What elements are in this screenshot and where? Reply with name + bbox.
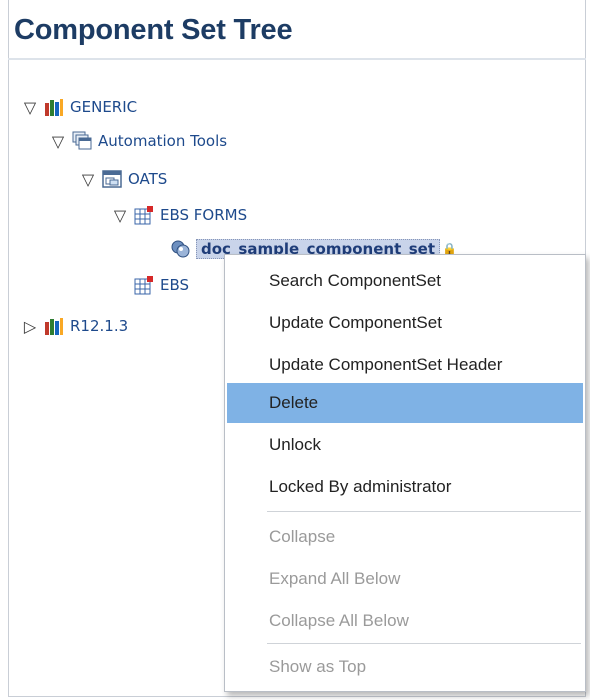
tree-node-generic[interactable]: ▽ GENERIC (20, 94, 137, 120)
tree-node-r12[interactable]: ▷ R12.1.3 (20, 313, 128, 339)
books-icon (44, 316, 64, 336)
expanded-triangle-icon[interactable]: ▽ (20, 98, 40, 117)
title-divider (8, 58, 586, 60)
grid-form-icon (134, 205, 154, 225)
menu-item-collapse-all-below[interactable]: Collapse All Below (227, 601, 583, 641)
books-icon (44, 97, 64, 117)
menu-item-expand-all-below[interactable]: Expand All Below (227, 559, 583, 599)
menu-separator (267, 643, 581, 644)
menu-item-delete[interactable]: Delete (227, 383, 583, 423)
component-set-icon (170, 239, 190, 259)
menu-item-collapse[interactable]: Collapse (227, 517, 583, 557)
tree-label-oats[interactable]: OATS (128, 170, 167, 188)
expanded-triangle-icon[interactable]: ▽ (48, 132, 68, 151)
expanded-triangle-icon[interactable]: ▽ (78, 170, 98, 189)
tree-label-generic[interactable]: GENERIC (70, 98, 137, 116)
collapsed-triangle-icon[interactable]: ▷ (20, 317, 40, 336)
menu-item-update-componentset-header[interactable]: Update ComponentSet Header (227, 345, 583, 385)
tree-label-automation-tools[interactable]: Automation Tools (98, 132, 227, 150)
tree-node-oats[interactable]: ▽ OATS (78, 166, 167, 192)
context-menu: Search ComponentSet Update ComponentSet … (224, 254, 586, 692)
tree-node-ebs[interactable]: EBS (130, 272, 189, 298)
menu-item-locked-by[interactable]: Locked By administrator (227, 467, 583, 507)
page-title: Component Set Tree (14, 14, 293, 46)
menu-item-search-componentset[interactable]: Search ComponentSet (227, 261, 583, 301)
tree-node-automation-tools[interactable]: ▽ Automation Tools (48, 128, 227, 154)
menu-item-show-as-top[interactable]: Show as Top (227, 647, 583, 687)
window-icon (102, 169, 122, 189)
grid-form-icon (134, 275, 154, 295)
tree-label-r12[interactable]: R12.1.3 (70, 317, 128, 335)
menu-separator (267, 511, 581, 512)
expanded-triangle-icon[interactable]: ▽ (110, 206, 130, 225)
tree-label-ebs-forms[interactable]: EBS FORMS (160, 206, 247, 224)
menu-item-update-componentset[interactable]: Update ComponentSet (227, 303, 583, 343)
menu-item-unlock[interactable]: Unlock (227, 425, 583, 465)
stacked-windows-icon (72, 131, 92, 151)
tree-label-ebs[interactable]: EBS (160, 276, 189, 294)
tree-node-ebs-forms[interactable]: ▽ EBS FORMS (110, 202, 247, 228)
